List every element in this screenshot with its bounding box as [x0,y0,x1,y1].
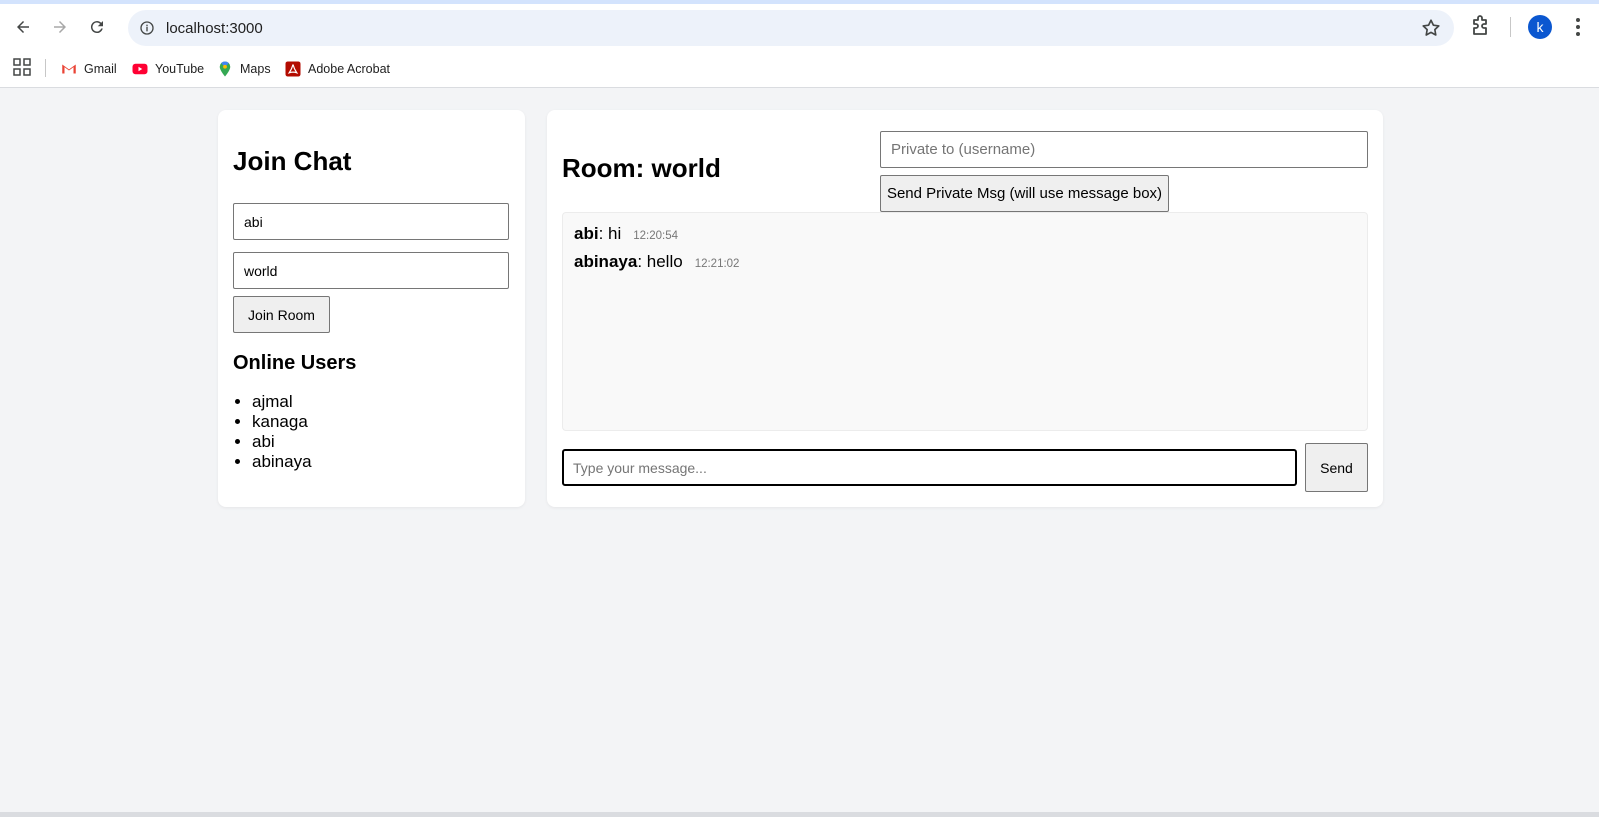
chat-message: abinaya: hello 12:21:02 [574,252,739,272]
send-button[interactable]: Send [1305,443,1368,492]
apps-grid-icon[interactable] [13,58,31,76]
message-text: : hello [637,252,683,271]
toolbar-divider [1510,17,1511,37]
online-user-item: kanaga [252,412,312,432]
messages-box[interactable]: abi: hi 12:20:54 abinaya: hello 12:21:02 [562,212,1368,431]
send-private-button[interactable]: Send Private Msg (will use message box) [880,175,1169,212]
message-time: 12:20:54 [633,230,679,242]
join-room-button[interactable]: Join Room [233,296,330,333]
online-user-item: abinaya [252,452,312,472]
reload-icon [90,21,103,34]
join-chat-title: Join Chat [233,146,352,176]
address-bar[interactable]: localhost:3000 [128,10,1454,46]
online-users-title: Online Users [233,352,357,374]
bookmark-star-icon[interactable] [1420,17,1442,39]
browser-menu-icon[interactable] [1570,15,1586,39]
private-recipient-input[interactable] [880,131,1368,168]
window-bottom-edge [0,812,1599,817]
forward-arrow-icon [54,21,66,33]
browser-toolbar: localhost:3000 k Gmail YouTube Maps Adob… [0,0,1599,88]
online-user-item: ajmal [252,392,312,412]
bookmark-label: Adobe Acrobat [308,62,391,76]
profile-avatar[interactable]: k [1528,15,1552,39]
extensions-puzzle-icon[interactable] [1468,14,1492,38]
room-input[interactable] [233,252,509,289]
message-time: 12:21:02 [694,258,740,270]
bookmark-gmail[interactable]: Gmail [60,58,117,80]
back-arrow-icon [17,21,29,33]
message-input[interactable] [562,449,1297,486]
youtube-icon [132,63,148,75]
acrobat-icon [285,61,301,77]
bookmark-label: Gmail [84,62,117,76]
username-input[interactable] [233,203,509,240]
join-chat-panel: Join Chat Join Room Online Users ajmal k… [218,110,525,507]
url-text[interactable]: localhost:3000 [166,20,263,37]
tab-strip [0,0,1599,4]
message-username: abi [574,224,599,243]
message-username: abinaya [574,252,638,271]
bookmarks-bar: Gmail YouTube Maps Adobe Acrobat [0,54,1599,84]
reload-button[interactable] [82,12,112,42]
chat-room-panel: Room: world Send Private Msg (will use m… [547,110,1383,507]
bookmark-maps[interactable]: Maps [216,58,271,80]
room-title: Room: world [562,153,721,183]
online-user-item: abi [252,432,312,452]
bookmark-youtube[interactable]: YouTube [131,58,204,80]
gmail-icon [62,64,76,74]
maps-icon [219,61,231,77]
bookmark-label: Maps [240,62,271,76]
chat-message: abi: hi 12:20:54 [574,224,678,244]
site-info-icon[interactable] [136,17,158,39]
online-users-list: ajmal kanaga abi abinaya [233,392,312,472]
message-text: : hi [598,224,622,243]
bookmark-adobe-acrobat[interactable]: Adobe Acrobat [284,58,390,80]
back-button[interactable] [8,12,38,42]
forward-button[interactable] [45,12,75,42]
bookmarks-divider [45,59,46,77]
bookmark-label: YouTube [155,62,205,76]
